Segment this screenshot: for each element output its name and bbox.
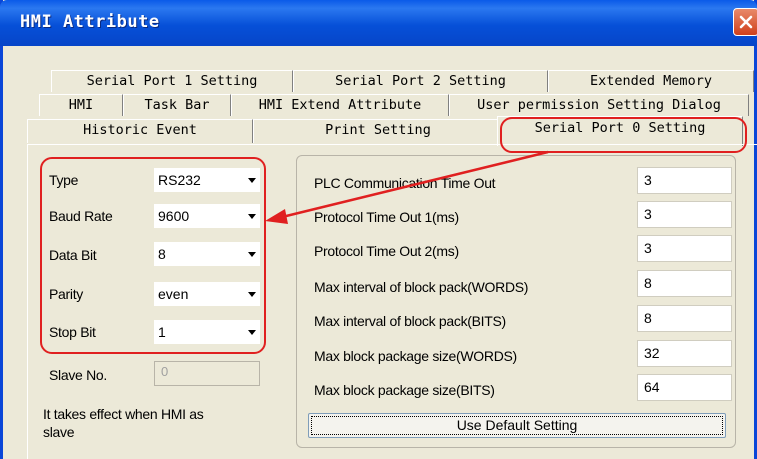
hmi-attribute-dialog: HMI Attribute Serial Port 1 Setting Seri… bbox=[0, 0, 757, 459]
annotation-arrow bbox=[265, 150, 549, 224]
